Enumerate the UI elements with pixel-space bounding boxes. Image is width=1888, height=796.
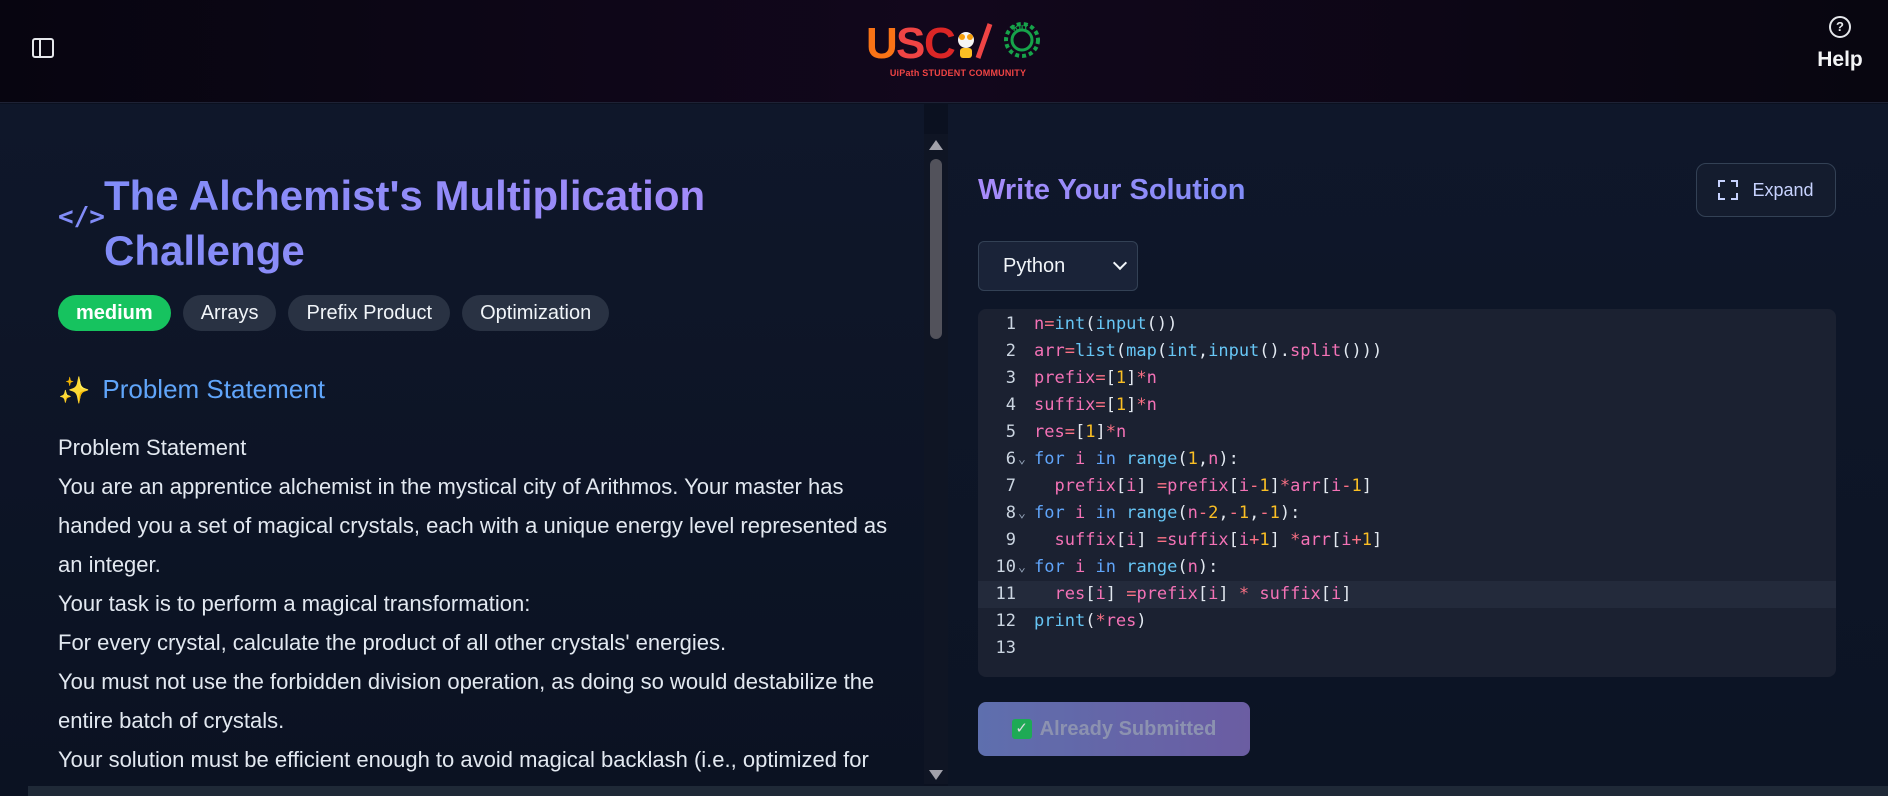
usc-logo: U S C KIIT UiPath STUDENT COMMUNITY — [866, 18, 1050, 82]
code-line[interactable]: 7 prefix[i] =prefix[i-1]*arr[i-1] — [978, 473, 1836, 500]
sparkle-icon: ✨ — [58, 374, 91, 405]
tag-optimization: Optimization — [462, 295, 610, 331]
tag-list: medium Arrays Prefix Product Optimizatio… — [58, 295, 610, 331]
expand-icon — [1718, 180, 1739, 200]
statement-line: You must not use the forbidden division … — [58, 669, 875, 733]
code-text: prefix[i] =prefix[i-1]*arr[i-1] — [1054, 476, 1373, 496]
language-select[interactable]: Python — [978, 241, 1138, 291]
code-text: prefix=[1]*n — [1034, 368, 1157, 388]
problem-scrollbar[interactable] — [924, 134, 948, 784]
chevron-down-icon — [1112, 255, 1128, 271]
scroll-down-arrow-icon[interactable] — [929, 770, 943, 780]
code-editor[interactable]: 1 n=int(input()) 2 arr=list(map(int,input(… — [978, 309, 1836, 677]
difficulty-badge: medium — [58, 295, 171, 331]
code-line[interactable]: 10 ⌄ for i in range(n): — [978, 554, 1836, 581]
code-line[interactable]: 6 ⌄ for i in range(1,n): — [978, 446, 1836, 473]
code-text: suffix[i] =suffix[i+1] *arr[i+1] — [1054, 530, 1383, 550]
code-line[interactable]: 12 print(*res) — [978, 608, 1836, 635]
statement-line: For every crystal, calculate the product… — [58, 630, 727, 655]
code-text: for i in range(1,n): — [1034, 449, 1239, 469]
checkmark-icon: ✓ — [1011, 719, 1032, 739]
section-title: Problem Statement — [102, 374, 325, 404]
tag-arrays: Arrays — [182, 295, 277, 331]
code-text: res=[1]*n — [1034, 422, 1127, 442]
code-line[interactable]: 13 — [978, 635, 1836, 662]
code-text: suffix=[1]*n — [1034, 395, 1157, 415]
statement-line: Your task is to perform a magical transf… — [58, 591, 531, 616]
code-line[interactable]: 2 arr=list(map(int,input().split())) — [978, 338, 1836, 365]
svg-text:U: U — [866, 19, 898, 66]
problem-statement: Problem Statement You are an apprentice … — [58, 428, 888, 796]
problem-statement-heading: ✨ Problem Statement — [58, 374, 325, 405]
code-icon: </> — [58, 202, 105, 232]
submit-button[interactable]: ✓ Already Submitted — [978, 702, 1250, 756]
code-line[interactable]: 1 n=int(input()) — [978, 311, 1836, 338]
scroll-up-arrow-icon[interactable] — [929, 140, 943, 150]
code-text: print(*res) — [1034, 611, 1147, 631]
fold-chevron-icon[interactable]: ⌄ — [1018, 500, 1026, 527]
code-line-active[interactable]: 11 res[i] =prefix[i] * suffix[i] — [978, 581, 1836, 608]
help-icon: ? — [1829, 16, 1851, 38]
code-line[interactable]: 5 res=[1]*n — [978, 419, 1836, 446]
expand-label: Expand — [1752, 179, 1814, 200]
sidebar-toggle-icon[interactable] — [32, 38, 54, 58]
horizontal-scrollbar[interactable] — [28, 786, 1888, 796]
code-line[interactable]: 4 suffix=[1]*n — [978, 392, 1836, 419]
help-button[interactable]: ? Help — [1812, 16, 1868, 72]
svg-text:S: S — [896, 19, 925, 66]
scroll-thumb[interactable] — [930, 159, 942, 339]
code-text: for i in range(n-2,-1,-1): — [1034, 503, 1301, 523]
language-value: Python — [1003, 255, 1066, 277]
code-text: arr=list(map(int,input().split())) — [1034, 341, 1383, 361]
svg-text:KIIT: KIIT — [1013, 24, 1028, 33]
statement-line: Problem Statement — [58, 435, 247, 460]
code-line[interactable]: 9 suffix[i] =suffix[i+1] *arr[i+1] — [978, 527, 1836, 554]
solution-title: Write Your Solution — [978, 174, 1246, 206]
submit-label: Already Submitted — [1039, 717, 1217, 740]
code-text: n=int(input()) — [1034, 314, 1178, 334]
top-header: U S C KIIT UiPath STUDENT COMMUNITY ? He… — [0, 0, 1888, 103]
fold-chevron-icon[interactable]: ⌄ — [1018, 554, 1026, 581]
svg-text:C: C — [924, 19, 956, 66]
code-text: res[i] =prefix[i] * suffix[i] — [1054, 584, 1352, 604]
tag-prefix-product: Prefix Product — [288, 295, 451, 331]
logo-subtitle: UiPath STUDENT COMMUNITY — [889, 68, 1027, 78]
help-label: Help — [1817, 48, 1863, 71]
code-line[interactable]: 3 prefix=[1]*n — [978, 365, 1836, 392]
code-line[interactable]: 8 ⌄ for i in range(n-2,-1,-1): — [978, 500, 1836, 527]
expand-button[interactable]: Expand — [1696, 163, 1836, 217]
fold-chevron-icon[interactable]: ⌄ — [1018, 446, 1026, 473]
statement-line: You are an apprentice alchemist in the m… — [58, 474, 888, 577]
problem-title: The Alchemist's Multiplication Challenge — [104, 168, 804, 278]
code-text: for i in range(n): — [1034, 557, 1219, 577]
